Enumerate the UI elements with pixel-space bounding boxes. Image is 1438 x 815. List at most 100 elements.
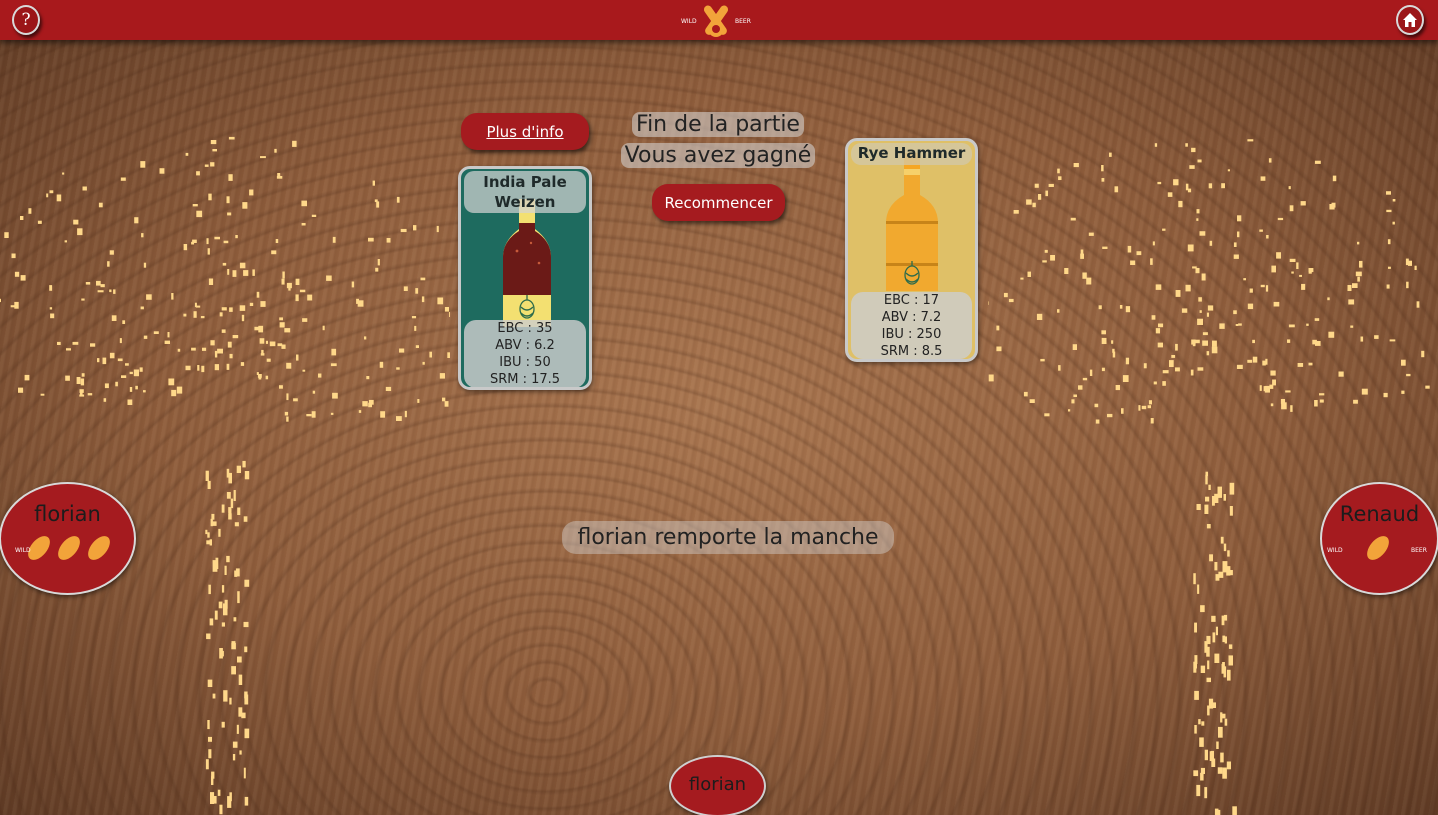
confetti-dot — [252, 269, 255, 276]
confetti-dot — [275, 239, 279, 243]
confetti-dot — [1276, 252, 1281, 259]
confetti-trail — [1218, 571, 1224, 578]
confetti-dot — [24, 374, 30, 381]
confetti-dot — [1206, 351, 1210, 356]
confetti-dot — [1277, 217, 1284, 221]
confetti-dot — [1357, 276, 1360, 282]
confetti-dot — [143, 335, 148, 339]
confetti-dot — [422, 361, 425, 365]
confetti-dot — [312, 390, 316, 394]
confetti-dot — [302, 318, 308, 322]
confetti-dot — [1392, 221, 1395, 225]
confetti-dot — [1238, 323, 1242, 326]
confetti-trail — [1220, 713, 1226, 719]
confetti-dot — [274, 148, 277, 153]
confetti-dot — [1152, 241, 1155, 246]
confetti-dot — [206, 238, 209, 245]
confetti-dot — [439, 373, 445, 379]
confetti-dot — [1387, 239, 1391, 245]
confetti-trail — [237, 591, 240, 604]
player-card-left[interactable]: India Pale Weizen EBC : 35 ABV : 6.2 IBU… — [458, 166, 592, 390]
confetti-trail — [1224, 636, 1227, 644]
confetti-dot — [276, 176, 283, 179]
peanut-icon: WILD BEER — [1327, 536, 1427, 560]
restart-button[interactable]: Recommencer — [652, 184, 785, 221]
confetti-trail — [1214, 562, 1218, 571]
confetti-dot — [210, 162, 215, 167]
confetti-dot — [377, 259, 380, 266]
confetti-dot — [1130, 260, 1136, 265]
confetti-dot — [1265, 285, 1269, 292]
confetti-dot — [1386, 284, 1390, 289]
confetti-trail — [209, 539, 212, 546]
confetti-dot — [1109, 152, 1112, 157]
confetti-dot — [1233, 254, 1239, 259]
opponent-card-right[interactable]: Rye Hammer EBC : 17 ABV : 7.2 IBU : 250 … — [845, 138, 978, 362]
confetti-dot — [217, 348, 223, 354]
confetti-trail — [243, 516, 248, 522]
confetti-trail — [1227, 550, 1230, 557]
confetti-dot — [1175, 367, 1180, 372]
confetti-dot — [372, 180, 375, 186]
confetti-dot — [301, 223, 306, 226]
confetti-trail — [1193, 661, 1197, 673]
more-info-button[interactable]: Plus d'info — [461, 113, 589, 150]
confetti-dot — [1023, 391, 1028, 397]
confetti-dot — [277, 343, 283, 347]
confetti-trail — [212, 560, 218, 572]
svg-text:WILD: WILD — [15, 547, 31, 554]
confetti-dot — [49, 285, 53, 291]
confetti-trail — [206, 540, 211, 545]
confetti-trail — [1224, 718, 1228, 726]
peanut-icon: WILD — [15, 536, 110, 560]
confetti-dot — [1082, 272, 1087, 279]
confetti-trail — [227, 796, 232, 808]
player-name: florian — [34, 502, 101, 526]
confetti-dot — [1008, 298, 1014, 303]
home-button[interactable] — [1396, 5, 1424, 35]
logo-text-right: BEER — [735, 18, 751, 25]
confetti-dot — [1421, 350, 1425, 358]
confetti-trail — [234, 522, 239, 527]
confetti-dot — [1073, 163, 1079, 168]
confetti-dot — [1425, 385, 1430, 389]
confetti-dot — [1175, 343, 1178, 351]
confetti-dot — [1263, 386, 1269, 392]
confetti-dot — [1115, 385, 1120, 391]
confetti-dot — [357, 300, 364, 307]
confetti-dot — [1045, 190, 1048, 197]
confetti-dot — [447, 352, 450, 358]
confetti-dot — [1191, 339, 1196, 345]
confetti-dot — [281, 278, 285, 285]
confetti-dot — [169, 381, 173, 384]
confetti-dot — [1102, 246, 1108, 249]
confetti-dot — [200, 316, 205, 319]
confetti-trail — [244, 646, 248, 653]
confetti-trail — [219, 648, 223, 659]
confetti-trail — [221, 585, 225, 593]
confetti-dot — [194, 302, 197, 307]
confetti-dot — [1044, 249, 1048, 253]
confetti-dot — [229, 353, 233, 359]
confetti-dot — [81, 298, 85, 301]
confetti-trail — [1222, 561, 1228, 573]
top-bar: ? WILD BEER — [0, 0, 1438, 40]
confetti-dot — [1101, 178, 1105, 182]
confetti-dot — [1347, 285, 1352, 291]
confetti-dot — [119, 338, 122, 344]
confetti-dot — [14, 271, 20, 277]
round-result-text: florian remporte la manche — [562, 521, 894, 554]
confetti-dot — [1154, 143, 1158, 147]
confetti-trail — [1205, 496, 1210, 502]
help-button[interactable]: ? — [12, 5, 40, 35]
confetti-trail — [206, 633, 211, 640]
confetti-trail — [1197, 584, 1200, 594]
confetti-dot — [208, 278, 214, 285]
confetti-dot — [257, 374, 262, 378]
confetti-dot — [1187, 188, 1192, 193]
confetti-dot — [1247, 359, 1253, 363]
confetti-trail — [207, 480, 211, 489]
confetti-dot — [1288, 324, 1295, 328]
confetti-dot — [240, 362, 245, 366]
confetti-dot — [229, 307, 233, 312]
